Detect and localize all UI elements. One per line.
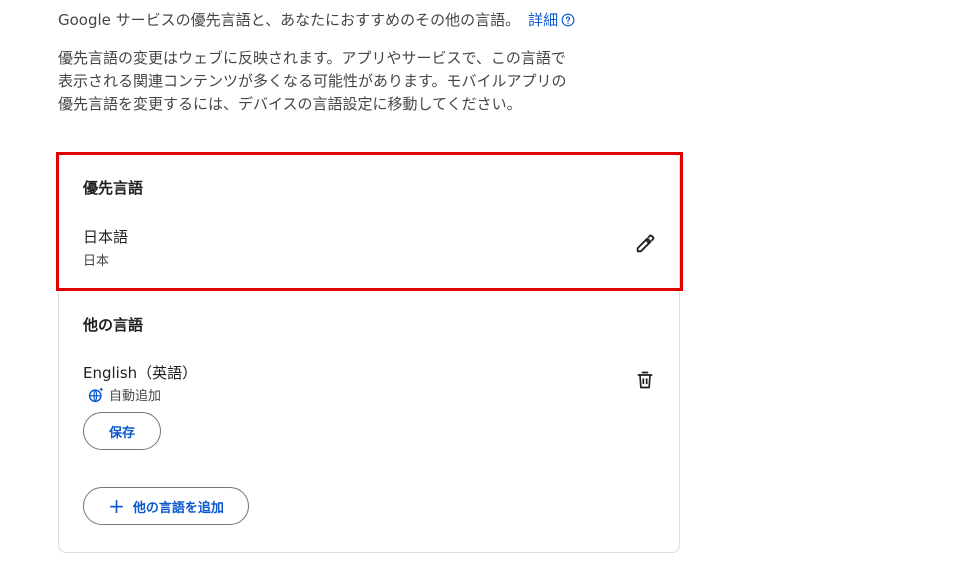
save-button[interactable]: 保存 bbox=[83, 412, 161, 450]
auto-added-text: 自動追加 bbox=[109, 389, 162, 404]
description-line: 優先言語の変更はウェブに反映されます。アプリやサービスで、この言語で bbox=[58, 49, 566, 67]
preferred-language-region: 日本 bbox=[83, 254, 110, 269]
pencil-icon bbox=[636, 234, 655, 253]
trash-icon bbox=[637, 371, 653, 389]
add-language-button[interactable]: + 他の言語を追加 bbox=[83, 487, 249, 525]
description-line: 優先言語を変更するには、デバイスの言語設定に移動してください。 bbox=[58, 95, 522, 113]
other-languages-title: 他の言語 bbox=[83, 316, 144, 334]
help-icon bbox=[561, 13, 575, 27]
description-line: 表示される関連コンテンツが多くなる可能性があります。モバイルアプリの bbox=[58, 72, 567, 90]
delete-language-button[interactable] bbox=[631, 366, 659, 394]
preferred-language-name: 日本語 bbox=[83, 228, 129, 246]
description: 優先言語の変更はウェブに反映されます。アプリやサービスで、この言語で 表示される… bbox=[58, 47, 618, 116]
details-link-label: 詳細 bbox=[528, 11, 559, 29]
intro-text: Google サービスの優先言語と、あなたにおすすめのその他の言語。 詳細 bbox=[58, 9, 575, 31]
add-language-label: 他の言語を追加 bbox=[132, 500, 224, 516]
intro-label: Google サービスの優先言語と、あなたにおすすめのその他の言語。 bbox=[58, 11, 521, 29]
details-link[interactable]: 詳細 bbox=[528, 11, 575, 29]
preferred-language-title: 優先言語 bbox=[83, 179, 144, 197]
auto-added-label: 自動追加 bbox=[87, 385, 161, 404]
plus-icon: + bbox=[108, 494, 125, 518]
other-language-name: English（英語） bbox=[83, 364, 198, 382]
preferred-language-highlight bbox=[56, 152, 683, 291]
auto-translate-globe-icon bbox=[88, 386, 104, 402]
edit-preferred-language-button[interactable] bbox=[631, 230, 659, 258]
